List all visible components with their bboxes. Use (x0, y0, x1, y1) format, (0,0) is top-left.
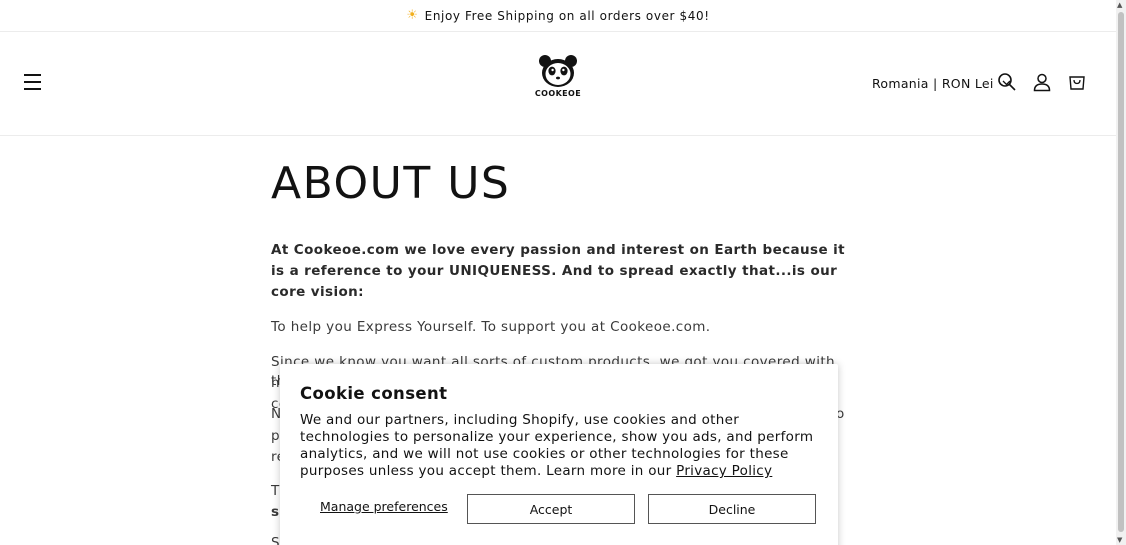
scrollbar[interactable]: ▲ ▼ (1116, 0, 1126, 545)
manage-preferences-button[interactable]: Manage preferences (320, 499, 448, 514)
decline-button[interactable]: Decline (648, 494, 816, 524)
logo[interactable]: COOKEOE (528, 54, 588, 114)
paragraph-fragment: p (271, 428, 280, 444)
cookie-title: Cookie consent (300, 384, 448, 403)
cart-icon[interactable] (1068, 72, 1090, 94)
intro-paragraph: At Cookeoe.com we love every passion and… (271, 242, 846, 300)
page-title: ABOUT US (271, 158, 511, 209)
privacy-policy-link[interactable]: Privacy Policy (676, 463, 772, 479)
announcement-text: Enjoy Free Shipping on all orders over $… (424, 8, 710, 23)
logo-text: COOKEOE (534, 89, 582, 98)
paragraph-express: To help you Express Yourself. To support… (271, 319, 711, 335)
sun-icon: ☀ (406, 8, 419, 23)
country-currency-selector[interactable]: Romania | RON Lei (872, 76, 1011, 91)
cookie-message: We and our partners, including Shopify, … (300, 412, 820, 480)
scroll-down-arrow-icon[interactable]: ▼ (1117, 536, 1122, 544)
scroll-up-arrow-icon[interactable]: ▲ (1117, 1, 1122, 9)
search-icon[interactable] (997, 72, 1019, 94)
cookie-consent-banner: Cookie consent We and our partners, incl… (280, 364, 838, 545)
menu-icon[interactable] (24, 74, 44, 92)
localization-label: Romania | RON Lei (872, 76, 994, 91)
account-icon[interactable] (1032, 72, 1054, 94)
announcement-bar: ☀ Enjoy Free Shipping on all orders over… (0, 0, 1116, 32)
panda-logo-icon (539, 55, 577, 87)
scrollbar-thumb[interactable] (1118, 12, 1124, 532)
accept-button[interactable]: Accept (467, 494, 635, 524)
paragraph-fragment: S (271, 535, 280, 545)
site-header: COOKEOE Romania | RON Lei (0, 32, 1116, 136)
